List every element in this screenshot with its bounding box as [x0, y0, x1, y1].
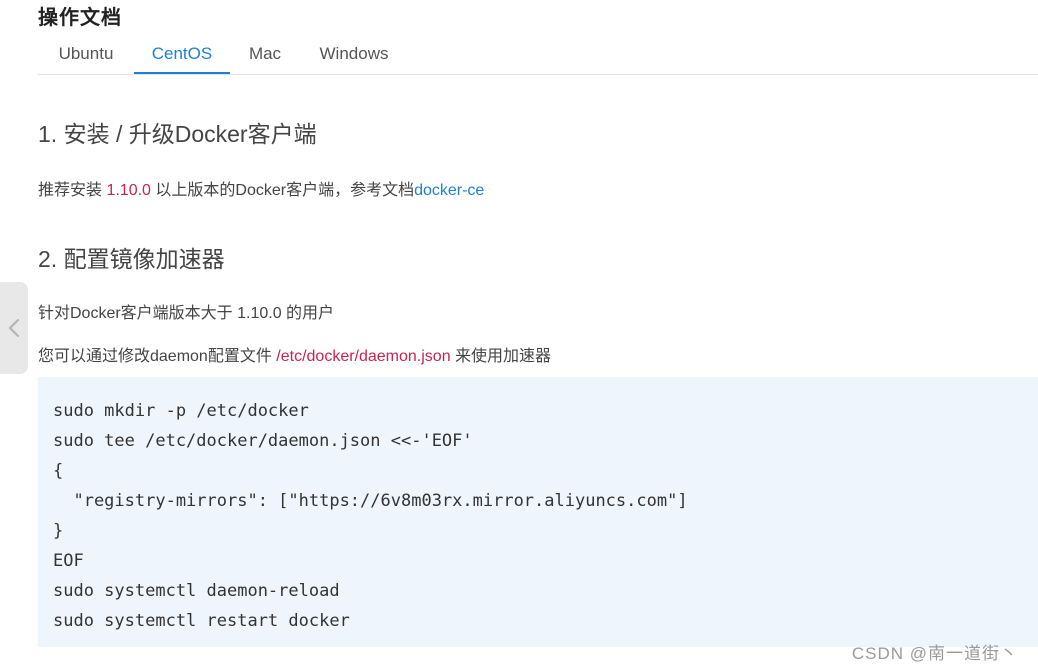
code-line: sudo mkdir -p /etc/docker	[53, 401, 309, 421]
daemon-json-path: /etc/docker/daemon.json	[276, 348, 451, 365]
code-line: sudo systemctl restart docker	[53, 611, 350, 631]
code-line: }	[53, 521, 64, 541]
sidebar-collapse-button[interactable]	[0, 282, 28, 374]
section-2-heading: 2. 配置镜像加速器	[38, 246, 225, 272]
tab-centos[interactable]: CentOS	[134, 44, 230, 74]
docker-ce-link[interactable]: docker-ce	[414, 182, 484, 199]
tab-mac[interactable]: Mac	[230, 44, 300, 74]
version-code: 1.10.0	[106, 182, 151, 199]
section-1-heading: 1. 安装 / 升级Docker客户端	[38, 121, 317, 147]
chevron-left-icon	[8, 318, 20, 338]
code-line: EOF	[53, 551, 84, 571]
tab-ubuntu[interactable]: Ubuntu	[38, 44, 134, 74]
code-line: sudo systemctl daemon-reload	[53, 581, 340, 601]
os-tabs: Ubuntu CentOS Mac Windows	[38, 38, 1038, 75]
config-text: 您可以通过修改daemon配置文件	[38, 348, 277, 365]
page-title: 操作文档	[38, 7, 122, 29]
recommend-text-mid: 以上版本的Docker客户端，参考文档	[150, 182, 415, 199]
watermark: CSDN @南一道街丶	[851, 644, 1018, 663]
code-block[interactable]: sudo mkdir -p /etc/docker sudo tee /etc/…	[38, 377, 1038, 647]
recommend-text: 推荐安装	[38, 182, 107, 199]
code-line: {	[53, 461, 64, 481]
section-2-paragraph-2: 您可以通过修改daemon配置文件 /etc/docker/daemon.jso…	[38, 342, 551, 366]
code-line: sudo tee /etc/docker/daemon.json <<-'EOF…	[53, 431, 473, 451]
config-text-post: 来使用加速器	[450, 348, 552, 365]
code-line: "registry-mirrors": ["https://6v8m03rx.m…	[53, 491, 688, 511]
section-1-paragraph: 推荐安装 1.10.0 以上版本的Docker客户端，参考文档docker-ce	[38, 176, 484, 200]
section-2-paragraph-1: 针对Docker客户端版本大于 1.10.0 的用户	[38, 305, 335, 322]
tab-windows[interactable]: Windows	[300, 44, 408, 74]
